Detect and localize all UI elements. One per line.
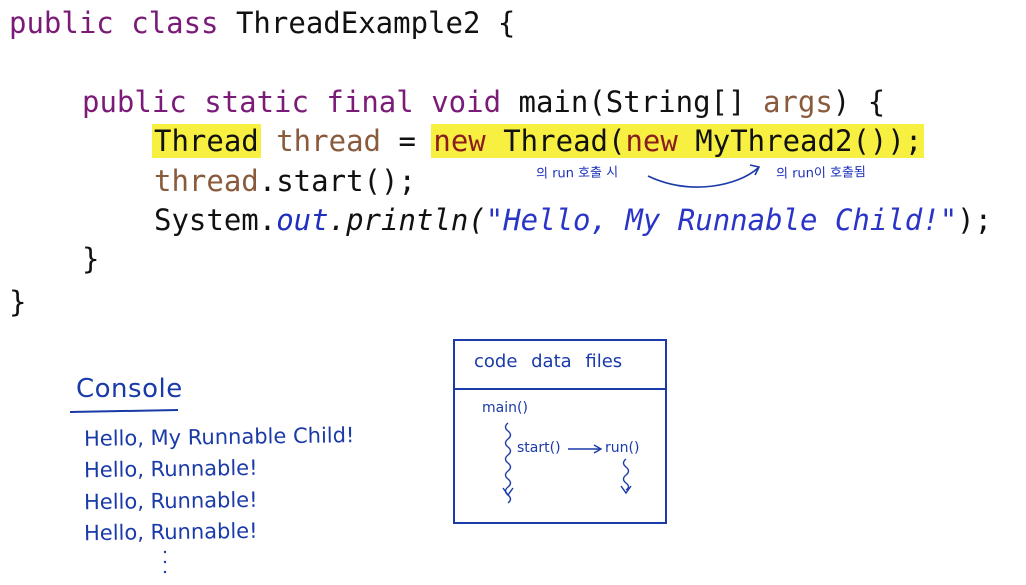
console-line-4: Hello, Runnable! xyxy=(83,518,258,546)
process-memory-divider xyxy=(453,388,667,390)
continuation-dot-2 xyxy=(163,560,167,564)
console-line-2: Hello, Runnable! xyxy=(83,455,258,483)
console-line-1: Hello, My Runnable Child! xyxy=(83,423,355,451)
annotation-curve-arrow xyxy=(647,167,759,188)
continuation-dot-1 xyxy=(163,550,167,554)
console-line-3: Hello, Runnable! xyxy=(83,487,258,515)
memory-start-label: start() xyxy=(517,440,561,456)
memory-header: code data files xyxy=(474,351,623,372)
console-title: Console xyxy=(76,374,183,404)
memory-run-label: run() xyxy=(605,440,640,456)
memory-main-label: main() xyxy=(482,400,528,416)
continuation-dot-3 xyxy=(163,570,167,574)
